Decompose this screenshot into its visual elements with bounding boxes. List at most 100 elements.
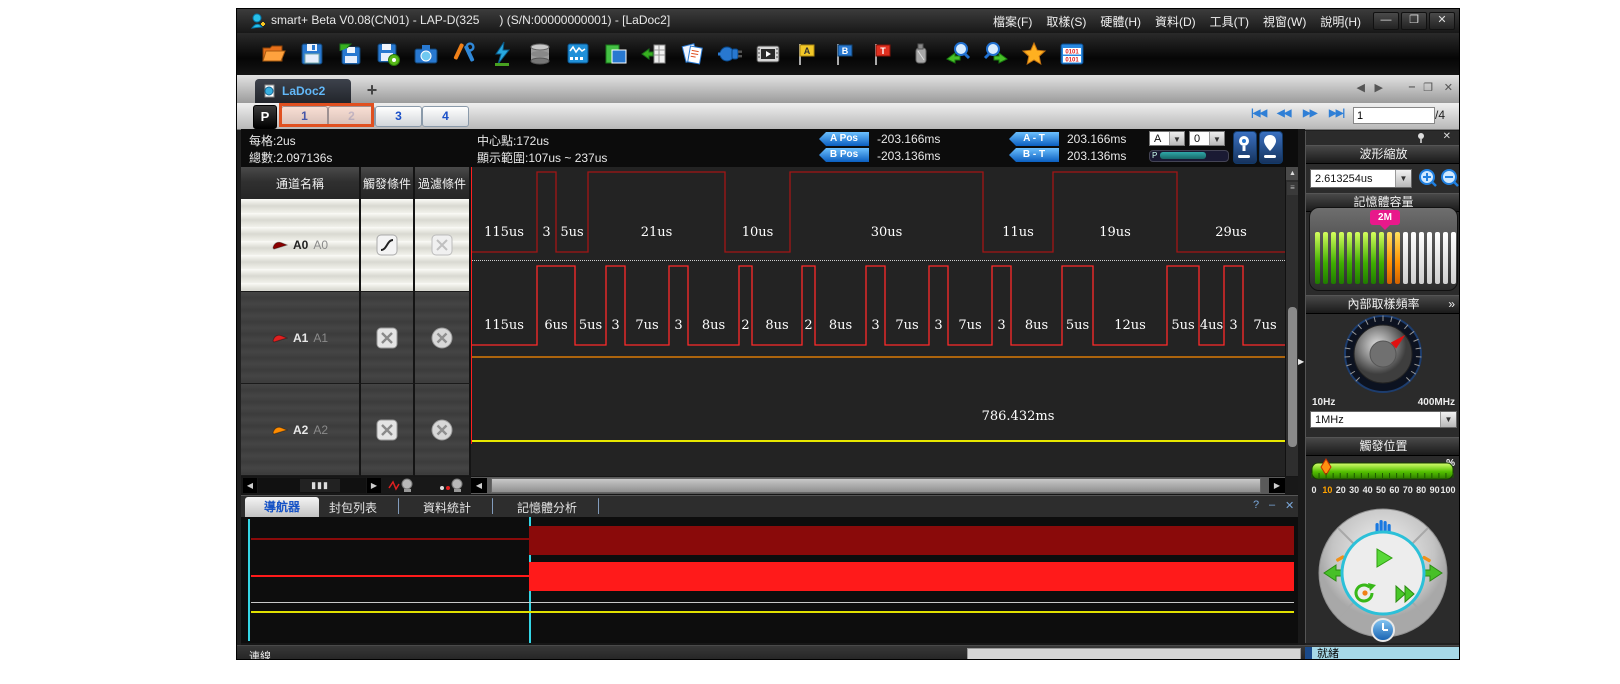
marker-pin-filled-button[interactable] <box>1233 131 1257 164</box>
a-t-badge[interactable]: A - T <box>1009 132 1059 146</box>
flag-t-icon[interactable]: T <box>869 41 895 67</box>
layout-icon[interactable] <box>603 41 629 67</box>
menu-item-4[interactable]: 工具(T) <box>1210 15 1249 29</box>
zoom-out-button[interactable] <box>1440 168 1460 188</box>
tab-ladoc2[interactable]: LaDoc2 <box>255 79 351 103</box>
filter-condition-cell[interactable] <box>415 292 471 384</box>
page-nav-3[interactable]: ▶▶| <box>1329 108 1344 119</box>
bus-plug-icon[interactable] <box>717 41 743 67</box>
b-pos-badge[interactable]: B Pos <box>819 148 869 162</box>
wheel-inner-ring[interactable] <box>1342 532 1424 614</box>
channel-name-cell[interactable]: A1A1 <box>241 292 361 384</box>
splitter-grip-icon[interactable]: ≡ <box>1287 182 1298 195</box>
b-t-badge[interactable]: B - T <box>1009 148 1059 162</box>
name-scroll-thumb[interactable]: ▮▮▮ <box>300 479 340 492</box>
wave-search-button[interactable] <box>387 477 417 494</box>
new-tab-button[interactable]: + <box>359 79 385 101</box>
filter-condition-cell[interactable] <box>415 384 471 476</box>
tab-next-button[interactable]: ▶ <box>1375 81 1383 94</box>
restore-button[interactable]: ❐ <box>1401 12 1427 30</box>
bottom-tab-1[interactable]: 封包列表 <box>329 499 377 516</box>
favorite-icon[interactable] <box>1021 41 1047 67</box>
name-scroll-right-icon[interactable]: ▶ <box>367 478 381 493</box>
settings-tools-icon[interactable] <box>451 41 477 67</box>
page-button-4[interactable]: 4 <box>422 106 469 127</box>
panel-close-icon[interactable]: ✕ <box>1285 499 1294 512</box>
zoom-in-button[interactable] <box>1418 168 1438 188</box>
tab-prev-button[interactable]: ◀ <box>1357 81 1365 94</box>
data-search-button[interactable] <box>437 477 467 494</box>
wave-hscrollbar[interactable]: ◀ ▶ <box>471 477 1285 494</box>
page-number-input[interactable] <box>1353 107 1435 124</box>
sidebar-close-icon[interactable]: ✕ <box>1443 131 1451 142</box>
memory-gauge[interactable]: 2M <box>1309 207 1458 291</box>
chevron-down-icon[interactable]: ▼ <box>1440 412 1456 427</box>
chevron-down-icon[interactable]: ▼ <box>1209 132 1224 145</box>
eraser-icon[interactable] <box>907 41 933 67</box>
channel-row-a1[interactable]: A1A1 <box>241 292 471 384</box>
zoom-previous-icon[interactable] <box>945 41 971 67</box>
panel-splitter[interactable]: ▶ <box>1298 129 1305 645</box>
more-icon[interactable]: » <box>1448 296 1455 313</box>
navigator-panel[interactable] <box>241 517 1298 643</box>
channel-name-cell[interactable]: A0A0 <box>241 199 361 292</box>
page-nav-1[interactable]: ◀◀ <box>1277 108 1290 119</box>
trigger-icon[interactable] <box>489 41 515 67</box>
device-icon[interactable] <box>565 41 591 67</box>
panel-minimize-icon[interactable]: ‒ <box>1269 499 1275 511</box>
chevron-down-icon[interactable]: ▼ <box>1169 132 1184 145</box>
channel-row-a2[interactable]: A2A2 <box>241 384 471 476</box>
minimize-button[interactable]: — <box>1373 12 1399 30</box>
a-pos-badge[interactable]: A Pos <box>819 132 869 146</box>
chevron-down-icon[interactable]: ▼ <box>1395 170 1411 187</box>
vscroll-thumb[interactable] <box>1288 307 1297 447</box>
pin-icon[interactable] <box>1415 132 1427 144</box>
compare-files-icon[interactable] <box>679 41 705 67</box>
save-settings-icon[interactable] <box>375 41 401 67</box>
marker-index-select[interactable]: 0▼ <box>1189 131 1225 146</box>
col-header-channel[interactable]: 通道名稱 <box>241 167 361 199</box>
menu-item-1[interactable]: 取樣(S) <box>1046 15 1086 29</box>
bottom-tab-3[interactable]: 記憶體分析 <box>517 499 577 516</box>
close-button[interactable]: ✕ <box>1429 12 1455 30</box>
col-header-filter[interactable]: 過濾條件 <box>415 167 471 199</box>
channel-name-cell[interactable]: A2A2 <box>241 384 361 476</box>
waveform-row-a1[interactable]: 115us6us5us37us38us28us28us37us37us38us5… <box>471 260 1285 352</box>
save-all-icon[interactable] <box>337 41 363 67</box>
video-icon[interactable] <box>755 41 781 67</box>
trigger-condition-cell[interactable] <box>361 292 415 384</box>
menu-item-5[interactable]: 視窗(W) <box>1263 15 1306 29</box>
navigation-wheel[interactable] <box>1306 507 1460 643</box>
name-scroll-track[interactable]: ▮▮▮ <box>258 478 366 493</box>
menu-item-0[interactable]: 檔案(F) <box>993 15 1032 29</box>
export-data-icon[interactable] <box>641 41 667 67</box>
filter-condition-cell[interactable] <box>415 199 471 292</box>
clock-button[interactable] <box>1372 619 1394 641</box>
doc-restore-button[interactable]: ❐ <box>1423 81 1433 94</box>
flag-b-icon[interactable]: B <box>831 41 857 67</box>
wave-scroll-thumb[interactable] <box>491 478 1261 493</box>
waveform-row-a0[interactable]: 115us35us21us10us30us11us19us29us <box>471 167 1285 260</box>
marker-pin-outline-button[interactable] <box>1259 131 1283 164</box>
vertical-scrollbar[interactable]: ▲ ≡ <box>1285 167 1299 476</box>
wave-scroll-right-icon[interactable]: ▶ <box>1269 478 1285 493</box>
trigger-condition-cell[interactable] <box>361 199 415 292</box>
trigger-condition-cell[interactable] <box>361 384 415 476</box>
zoom-next-icon[interactable] <box>983 41 1009 67</box>
menu-item-6[interactable]: 說明(H) <box>1320 15 1361 29</box>
menu-item-2[interactable]: 硬體(H) <box>1100 15 1141 29</box>
page-nav-2[interactable]: ▶▶ <box>1303 108 1316 119</box>
waveform-row-a2[interactable]: 786.432ms <box>471 352 1285 444</box>
wave-scroll-left-icon[interactable]: ◀ <box>471 478 487 493</box>
doc-minimize-button[interactable]: ‒ <box>1409 81 1415 93</box>
name-scroll-left-icon[interactable]: ◀ <box>243 478 257 493</box>
page-nav-0[interactable]: |◀◀ <box>1251 108 1266 119</box>
marker-select[interactable]: A▼ <box>1149 131 1185 146</box>
zoom-scale-select[interactable]: 2.613254us▼ <box>1310 169 1412 188</box>
open-file-icon[interactable] <box>261 41 287 67</box>
frequency-select[interactable]: 1MHz▼ <box>1310 411 1457 428</box>
page-button-3[interactable]: 3 <box>375 106 422 127</box>
flag-a-icon[interactable]: A <box>793 41 819 67</box>
collapse-handle-icon[interactable]: ▶ <box>1298 357 1304 366</box>
save-icon[interactable] <box>299 41 325 67</box>
